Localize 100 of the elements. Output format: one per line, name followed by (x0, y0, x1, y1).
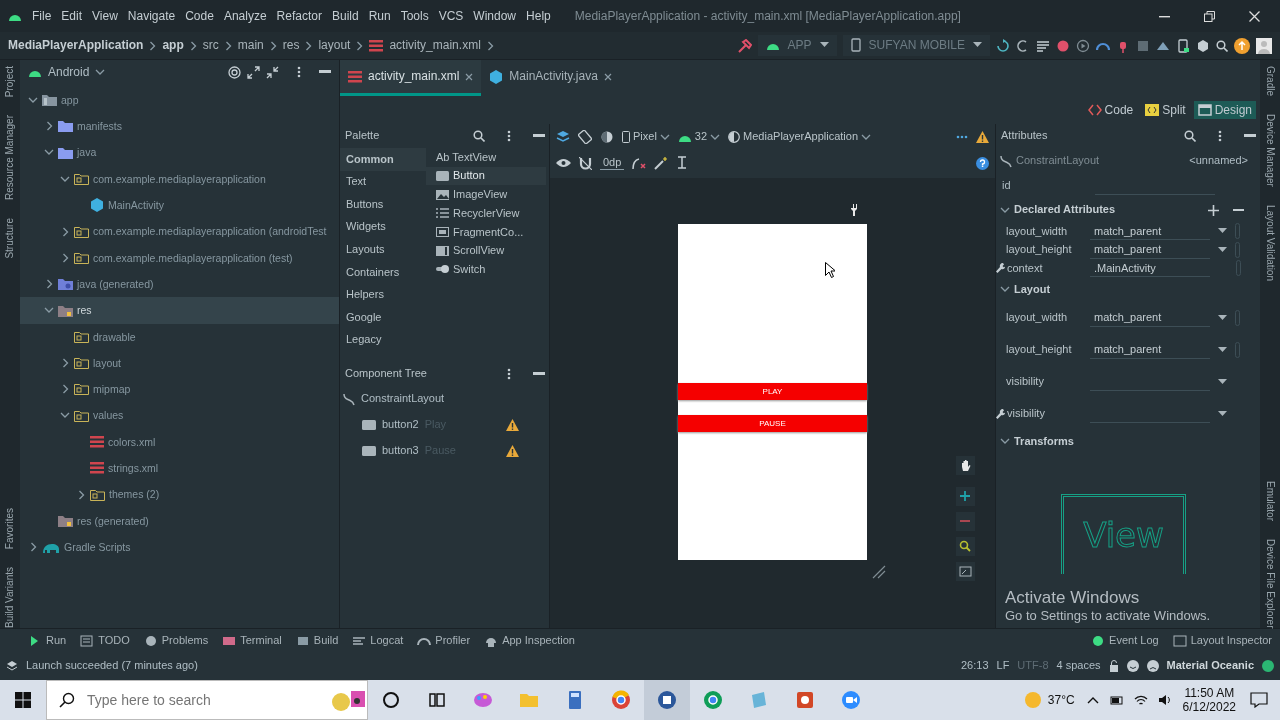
remove-icon[interactable] (1233, 208, 1244, 212)
more-horizontal-icon[interactable] (956, 135, 968, 139)
tree-item[interactable]: app (20, 87, 339, 114)
palette-category[interactable]: Widgets (340, 215, 426, 239)
tree-item[interactable]: layout (20, 349, 339, 377)
palette-widget[interactable]: Ab TextView (426, 148, 546, 167)
menu-item[interactable]: VCS (438, 8, 464, 24)
target-icon[interactable] (228, 65, 241, 79)
close-icon[interactable] (603, 72, 612, 81)
palette-category[interactable]: Helpers (340, 283, 426, 307)
baseline-icon[interactable] (676, 156, 689, 170)
editor-tab[interactable]: MainActivity.java (481, 60, 620, 96)
taskbar-search-field[interactable]: Type here to search (46, 680, 368, 720)
side-tool-tab[interactable]: Project (4, 66, 16, 98)
fit-screen-button[interactable] (956, 562, 975, 581)
palette-category[interactable]: Buttons (340, 193, 426, 216)
palette-widget[interactable]: Button (426, 166, 546, 186)
bug-icon[interactable] (1056, 38, 1070, 53)
attribute-field[interactable]: .MainActivity (1090, 259, 1210, 278)
minimize-icon[interactable] (533, 372, 545, 376)
margin-field[interactable]: 0dp (600, 155, 625, 171)
sad-face-icon[interactable] (1146, 660, 1159, 672)
zoom-fit-button[interactable] (956, 537, 975, 556)
side-tool-tab[interactable]: Emulator (1264, 480, 1276, 521)
device-dropdown[interactable]: Pixel (622, 130, 670, 144)
zoom-in-button[interactable] (956, 487, 975, 506)
menu-item[interactable]: Window (473, 8, 517, 24)
tool-window-button[interactable]: App Inspection (484, 633, 575, 648)
component-tree-item[interactable]: ConstraintLayout (361, 392, 445, 406)
menu-item[interactable]: View (92, 8, 118, 24)
palette-category[interactable]: Google (340, 306, 426, 329)
notification-icon[interactable] (1250, 692, 1268, 708)
tree-item[interactable]: res (20, 297, 339, 324)
palette-widget[interactable]: FragmentCo... (426, 222, 546, 242)
palette-category[interactable]: Legacy (340, 328, 426, 352)
side-tool-tab[interactable]: Resource Manager (4, 115, 16, 201)
view-mode-tab[interactable]: Code (1083, 100, 1138, 120)
menu-item[interactable]: Edit (61, 8, 83, 24)
wifi-icon[interactable] (1133, 693, 1148, 707)
side-tool-tab[interactable]: Structure (4, 218, 16, 259)
more-icon[interactable] (1218, 130, 1222, 142)
indent-setting[interactable]: 4 spaces (1056, 659, 1101, 673)
document-app-button[interactable] (644, 680, 690, 720)
menu-item[interactable]: Refactor (276, 8, 322, 24)
clear-constraints-icon[interactable] (632, 156, 647, 170)
line-separator[interactable]: LF (996, 659, 1010, 673)
magic-wand-icon[interactable] (654, 156, 669, 170)
collapse-icon[interactable] (266, 65, 279, 79)
breadcrumb-item[interactable]: layout (318, 38, 351, 53)
tree-item[interactable]: MainActivity (20, 192, 339, 219)
palette-widget[interactable]: Switch (426, 260, 546, 279)
palette-widget[interactable]: ScrollView (426, 241, 546, 261)
tool-window-button[interactable]: Problems (143, 633, 209, 648)
side-tool-tab[interactable]: Gradle (1264, 66, 1276, 96)
night-mode-icon[interactable] (600, 130, 614, 144)
side-tool-tab[interactable]: Build Variants (4, 567, 16, 628)
palette-widget[interactable]: RecyclerView (426, 204, 546, 223)
refresh-icon[interactable] (996, 38, 1010, 53)
add-icon[interactable] (1208, 204, 1219, 216)
tool-window-button[interactable]: Terminal (222, 633, 282, 648)
view-mode-tab[interactable]: Split (1141, 100, 1190, 120)
menu-item[interactable]: Help (526, 8, 551, 24)
menu-item[interactable]: Code (185, 8, 214, 24)
search-icon[interactable] (1184, 130, 1196, 142)
tree-item[interactable]: Gradle Scripts (20, 534, 339, 561)
weather-temperature[interactable]: 37°C (1047, 692, 1075, 708)
minimize-icon[interactable] (1244, 134, 1256, 138)
tree-item[interactable]: mipmap (20, 376, 339, 403)
breadcrumb-item[interactable]: app (162, 38, 184, 53)
expand-icon[interactable] (247, 65, 260, 79)
tree-item[interactable]: java (20, 139, 339, 166)
more-icon[interactable] (297, 66, 301, 78)
menu-item[interactable]: File (32, 8, 52, 24)
section-header[interactable]: Layout (1014, 282, 1051, 297)
hammer-icon[interactable] (737, 38, 752, 53)
tree-item[interactable]: colors.xml (20, 428, 339, 456)
tool-window-button[interactable]: Logcat (352, 633, 404, 648)
tree-item[interactable]: java (generated) (20, 271, 339, 298)
api-dropdown[interactable]: 32 (677, 130, 721, 144)
palette-category[interactable]: Common (340, 148, 426, 171)
magnet-off-icon[interactable] (579, 156, 592, 170)
tool-window-button[interactable]: Event Log (1091, 633, 1159, 648)
theme-name[interactable]: Material Oceanic (1166, 659, 1254, 673)
component-tree-item[interactable]: button2 (382, 418, 419, 432)
tree-item[interactable]: com.example.mediaplayerapplication (20, 165, 339, 193)
search-field[interactable]: Type here to search (85, 690, 319, 710)
tree-item[interactable]: manifests (20, 113, 339, 140)
menu-item[interactable]: Run (368, 8, 391, 24)
side-tool-tab[interactable]: Layout Validation (1264, 204, 1276, 281)
breadcrumb-item[interactable]: src (202, 38, 219, 53)
menu-item[interactable]: Analyze (223, 8, 267, 24)
breadcrumb-item[interactable]: activity_main.xml (389, 38, 481, 53)
rotate-icon[interactable] (578, 130, 592, 144)
component-tree-item[interactable]: button3 (382, 444, 419, 458)
clock-date[interactable]: 6/12/2022 (1182, 700, 1236, 715)
palette-category[interactable]: Containers (340, 260, 426, 284)
more-icon[interactable] (507, 368, 511, 380)
theme-dropdown[interactable]: MediaPlayerApplication (728, 130, 872, 144)
close-icon[interactable] (465, 72, 474, 81)
layers-icon[interactable] (556, 130, 570, 144)
